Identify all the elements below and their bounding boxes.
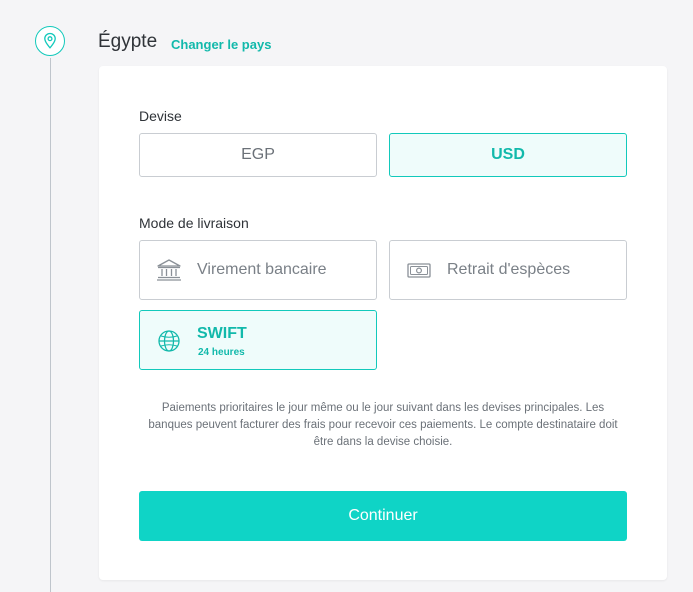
delivery-description: Paiements prioritaires le jour même ou l… (148, 402, 618, 448)
delivery-option-swift[interactable]: SWIFT 24 heures (139, 310, 377, 370)
delivery-mode-label: Mode de livraison (139, 215, 249, 231)
delivery-option-bank-transfer[interactable]: Virement bancaire (139, 240, 377, 300)
currency-option-usd[interactable]: USD (389, 133, 627, 177)
delivery-option-label: Retrait d'espèces (447, 261, 571, 278)
delivery-option-label: Virement bancaire (197, 261, 327, 278)
cash-icon (407, 263, 431, 278)
continue-button[interactable]: Continuer (139, 491, 627, 541)
timeline-line (50, 58, 51, 592)
delivery-option-sublabel: 24 heures (198, 347, 245, 358)
currency-label: Devise (139, 108, 182, 124)
currency-option-egp[interactable]: EGP (139, 133, 377, 177)
change-country-link[interactable]: Changer le pays (171, 37, 271, 52)
currency-option-label: USD (491, 146, 525, 163)
bank-icon (157, 259, 181, 281)
delivery-option-cash-pickup[interactable]: Retrait d'espèces (389, 240, 627, 300)
delivery-option-label: SWIFT (197, 325, 247, 342)
globe-icon (158, 330, 180, 352)
currency-option-label: EGP (241, 146, 275, 163)
country-name: Égypte (98, 31, 158, 52)
location-pin-icon (35, 26, 65, 56)
